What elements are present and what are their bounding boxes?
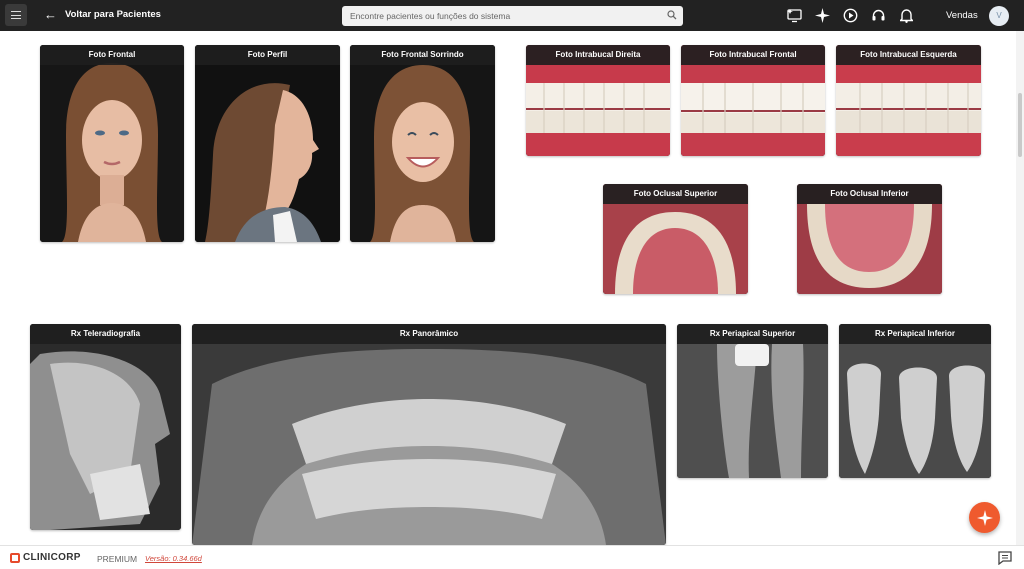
xray-card-periapical-lower[interactable]: Rx Periapical Inferior [839, 324, 991, 478]
play-circle-icon[interactable] [842, 7, 859, 24]
top-actions [786, 7, 915, 24]
photo-card-intraoral-left[interactable]: Foto Intrabucal Esquerda [836, 45, 981, 156]
photo-card-label: Foto Frontal Sorrindo [350, 45, 495, 65]
face-frontal-image [40, 45, 184, 242]
photo-card-frontal-smiling[interactable]: Foto Frontal Sorrindo [350, 45, 495, 242]
photo-card-intraoral-front[interactable]: Foto Intrabucal Frontal [681, 45, 825, 156]
brand-logo: CLINICORP [10, 552, 81, 563]
back-to-patients-link[interactable]: ← Voltar para Pacientes [44, 8, 161, 21]
teleradiography-image [30, 324, 181, 530]
monitor-star-icon[interactable] [786, 7, 803, 24]
sparkle-icon [976, 509, 993, 526]
chat-icon[interactable] [998, 551, 1012, 565]
xray-card-label: Rx Panorâmico [192, 324, 666, 344]
sparkle-icon[interactable] [814, 7, 831, 24]
face-profile-image [195, 45, 340, 242]
photo-card-label: Foto Oclusal Inferior [797, 184, 942, 204]
xray-card-label: Rx Teleradiografia [30, 324, 181, 344]
photo-card-label: Foto Intrabucal Esquerda [836, 45, 981, 65]
photo-card-profile[interactable]: Foto Perfil [195, 45, 340, 242]
face-smiling-image [350, 45, 495, 242]
photo-card-occlusal-lower[interactable]: Foto Oclusal Inferior [797, 184, 942, 294]
photo-card-label: Foto Intrabucal Frontal [681, 45, 825, 65]
brand-mark-icon [10, 552, 20, 563]
arrow-left-icon: ← [44, 7, 57, 22]
xray-card-panoramic[interactable]: Rx Panorâmico [192, 324, 666, 545]
sparkle-action-button[interactable] [969, 502, 1000, 533]
panoramic-image [192, 324, 666, 545]
headset-icon[interactable] [870, 7, 887, 24]
xray-card-teleradiography[interactable]: Rx Teleradiografia [30, 324, 181, 530]
top-bar: ← Voltar para Pacientes Encontre pacient… [0, 0, 1024, 31]
photo-card-frontal[interactable]: Foto Frontal [40, 45, 184, 242]
bell-icon[interactable] [898, 7, 915, 24]
search-icon[interactable] [667, 10, 677, 20]
vertical-scrollbar[interactable] [1016, 31, 1024, 545]
xray-card-periapical-upper[interactable]: Rx Periapical Superior [677, 324, 828, 478]
avatar[interactable]: V [989, 6, 1009, 26]
search-placeholder: Encontre pacientes ou funções do sistema [350, 11, 511, 21]
version-link[interactable]: Versão: 0.34.66d [145, 554, 202, 563]
photo-card-label: Foto Perfil [195, 45, 340, 65]
photo-card-label: Foto Oclusal Superior [603, 184, 748, 204]
search-input[interactable]: Encontre pacientes ou funções do sistema [342, 6, 683, 26]
periapical-lower-image [839, 324, 991, 478]
hamburger-icon [11, 11, 21, 19]
menu-button[interactable] [5, 4, 27, 26]
photo-card-occlusal-upper[interactable]: Foto Oclusal Superior [603, 184, 748, 294]
plan-label: PREMIUM [97, 554, 138, 564]
photo-card-label: Foto Frontal [40, 45, 184, 65]
xray-card-label: Rx Periapical Inferior [839, 324, 991, 344]
patient-documentation-area: Foto Frontal Foto Perfil Foto Frontal So… [10, 31, 1016, 545]
photo-card-label: Foto Intrabucal Direita [526, 45, 670, 65]
xray-card-label: Rx Periapical Superior [677, 324, 828, 344]
photo-card-intraoral-right[interactable]: Foto Intrabucal Direita [526, 45, 670, 156]
back-label: Voltar para Pacientes [65, 9, 161, 20]
footer: CLINICORP PREMIUM Versão: 0.34.66d [0, 545, 1024, 569]
user-name[interactable]: Vendas [946, 10, 978, 21]
periapical-upper-image [677, 324, 828, 478]
scrollbar-thumb[interactable] [1018, 93, 1022, 157]
brand-name: CLINICORP [23, 552, 81, 563]
